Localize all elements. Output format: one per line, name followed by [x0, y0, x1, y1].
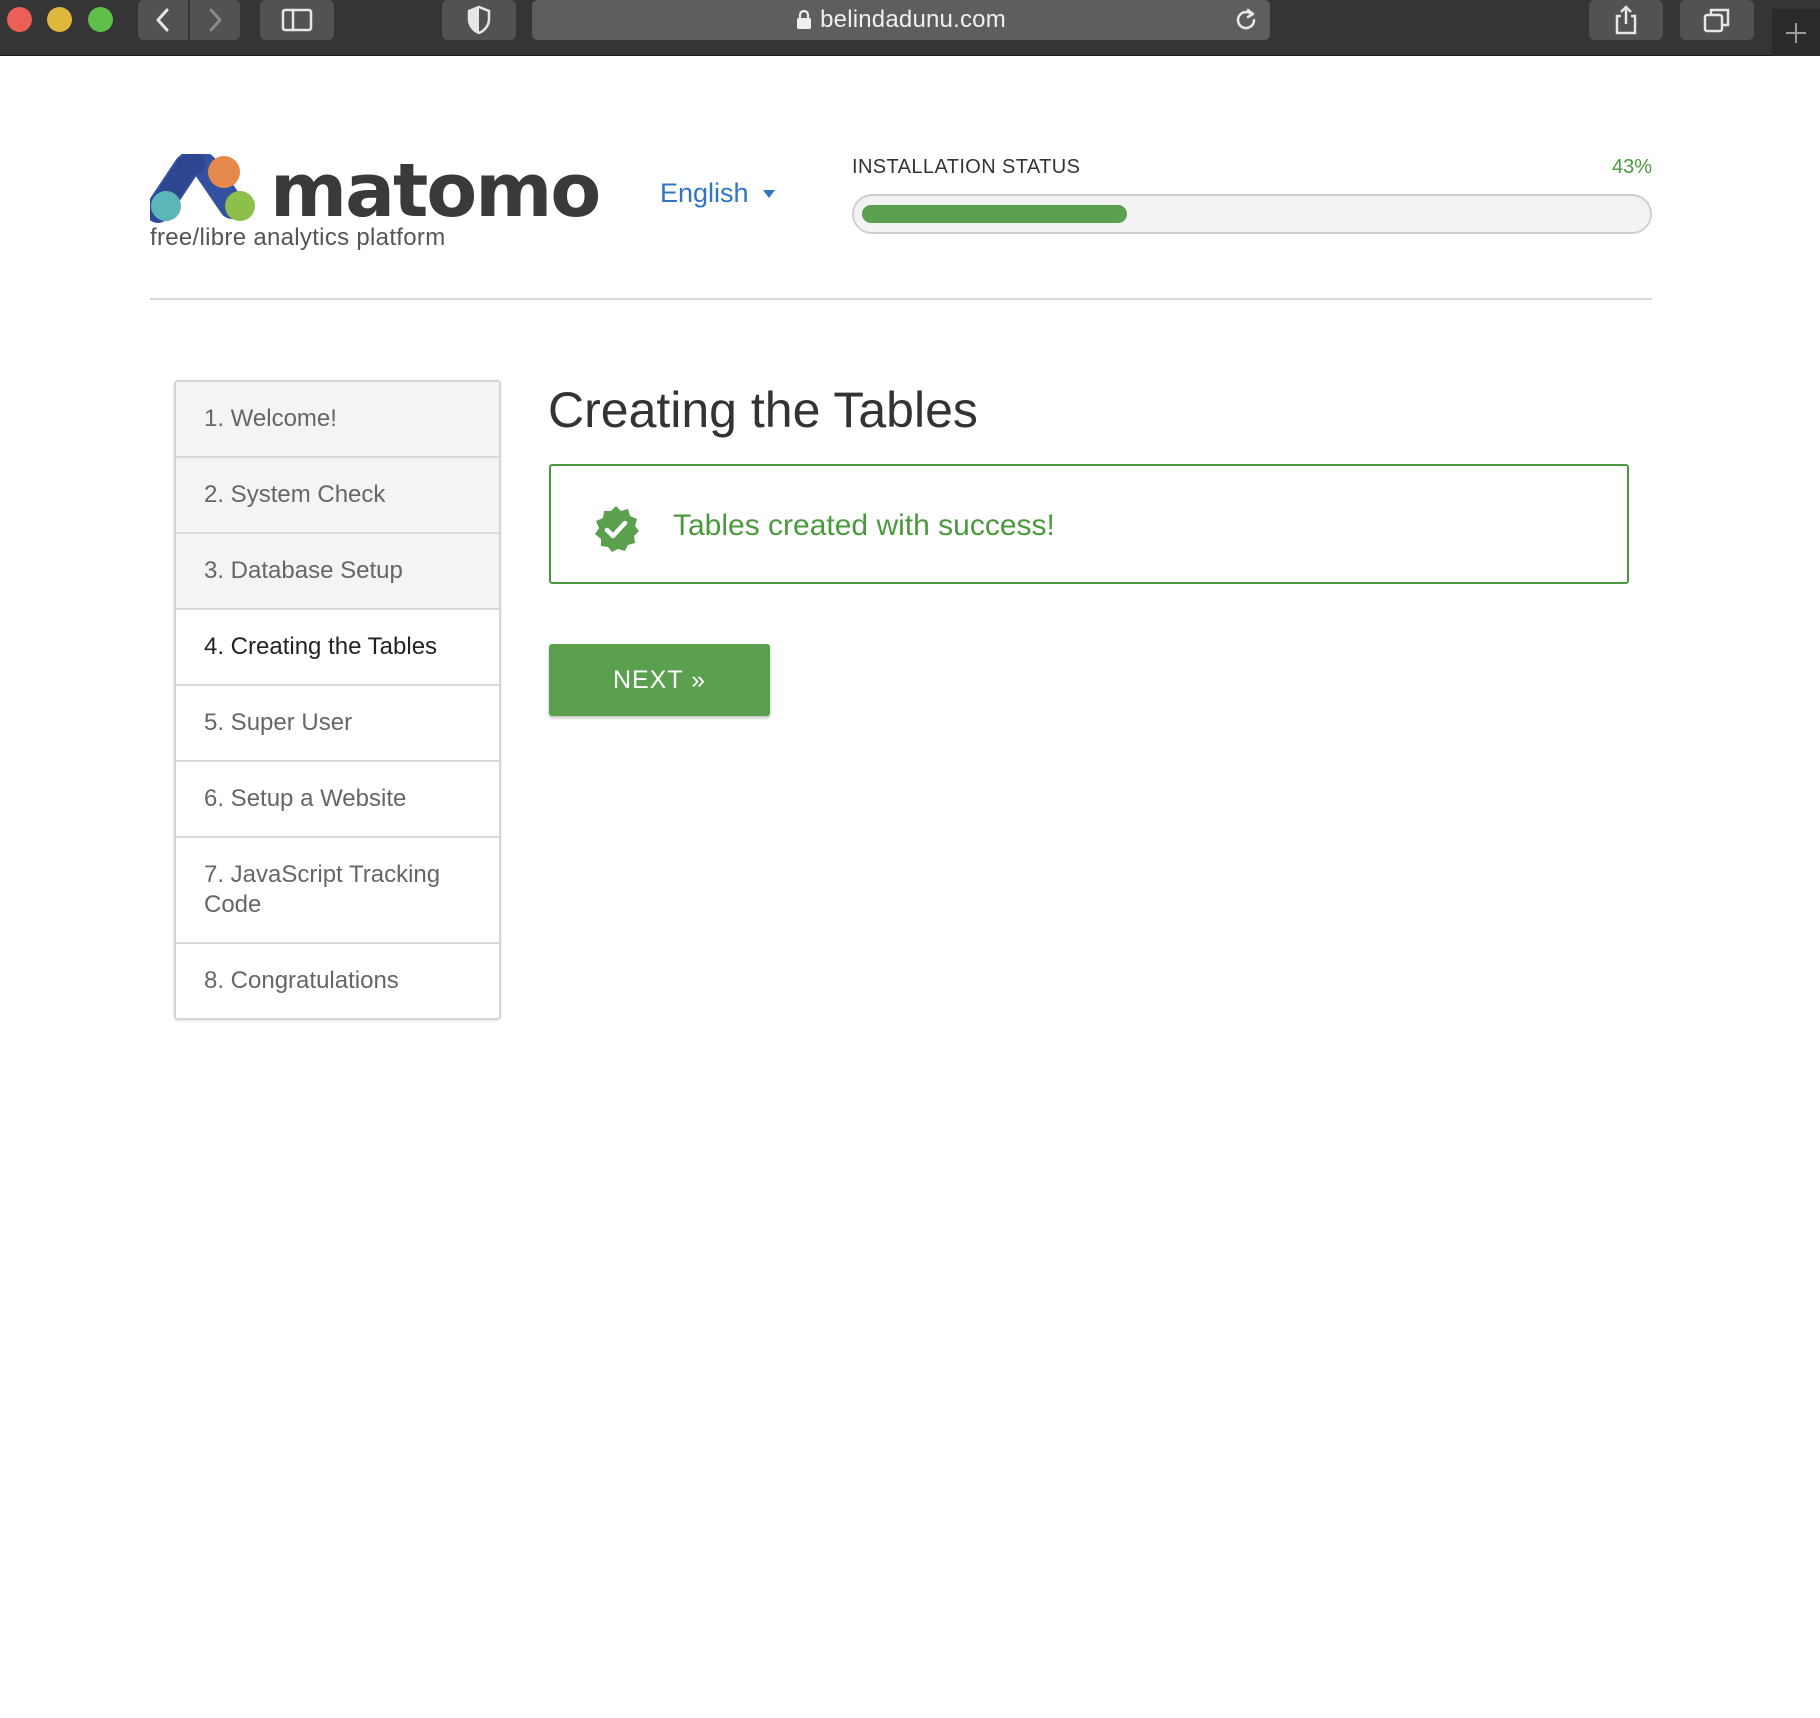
check-badge-icon — [595, 506, 639, 552]
new-tab-button[interactable] — [1772, 9, 1820, 56]
reload-icon[interactable] — [1232, 6, 1260, 34]
caret-down-icon — [762, 189, 775, 198]
minimize-window-button[interactable] — [47, 7, 72, 32]
plus-icon — [1786, 22, 1806, 43]
back-button[interactable] — [138, 0, 188, 40]
chevron-left-icon — [156, 8, 169, 32]
lock-icon — [797, 10, 812, 29]
sidebar-toggle-button[interactable] — [260, 0, 334, 40]
url-text: belindadunu.com — [820, 6, 1006, 33]
step-item-creating-tables: 4. Creating the Tables — [176, 610, 499, 686]
step-item-congratulations: 8. Congratulations — [204, 967, 399, 994]
success-message: Tables created with success! — [673, 509, 1055, 542]
shield-icon — [467, 5, 491, 35]
installation-progress-bar — [852, 194, 1652, 234]
logo-wordmark: matomo — [270, 148, 601, 234]
zoom-window-button[interactable] — [88, 7, 113, 32]
share-button[interactable] — [1589, 0, 1663, 40]
close-window-button[interactable] — [7, 7, 32, 32]
next-button[interactable]: NEXT » — [549, 644, 770, 716]
step-item-system-check: 2. System Check — [176, 458, 499, 534]
step-item-database-setup: 3. Database Setup — [176, 534, 499, 610]
sidebar-icon — [281, 8, 313, 32]
forward-button[interactable] — [190, 0, 240, 40]
step-item-setup-website: 6. Setup a Website — [176, 762, 499, 838]
privacy-report-button[interactable] — [442, 0, 516, 40]
success-notification: Tables created with success! — [549, 464, 1629, 584]
tabs-overview-icon — [1703, 8, 1730, 33]
tab-overview-button[interactable] — [1680, 0, 1754, 40]
installation-progress-fill — [862, 205, 1127, 223]
page-title: Creating the Tables — [548, 382, 978, 438]
share-icon — [1615, 5, 1637, 35]
installation-status-label: INSTALLATION STATUS — [852, 156, 1081, 178]
header-divider — [150, 298, 1652, 300]
tagline: free/libre analytics platform — [150, 224, 446, 251]
step-item-welcome: 1. Welcome! — [176, 382, 499, 458]
language-label: English — [660, 178, 749, 208]
address-bar[interactable]: belindadunu.com — [532, 0, 1270, 40]
language-selector[interactable]: English — [660, 178, 775, 209]
step-item-javascript-tracking: 7. JavaScript Tracking Code — [176, 838, 499, 944]
installation-status-percent: 43% — [1611, 156, 1652, 178]
installation-steps-list: 1. Welcome! 2. System Check 3. Database … — [174, 380, 501, 1020]
matomo-logo-icon — [150, 154, 255, 223]
chevron-right-icon — [209, 8, 222, 32]
step-item-super-user: 5. Super User — [176, 686, 499, 762]
browser-toolbar: belindadunu.com — [0, 0, 1820, 56]
